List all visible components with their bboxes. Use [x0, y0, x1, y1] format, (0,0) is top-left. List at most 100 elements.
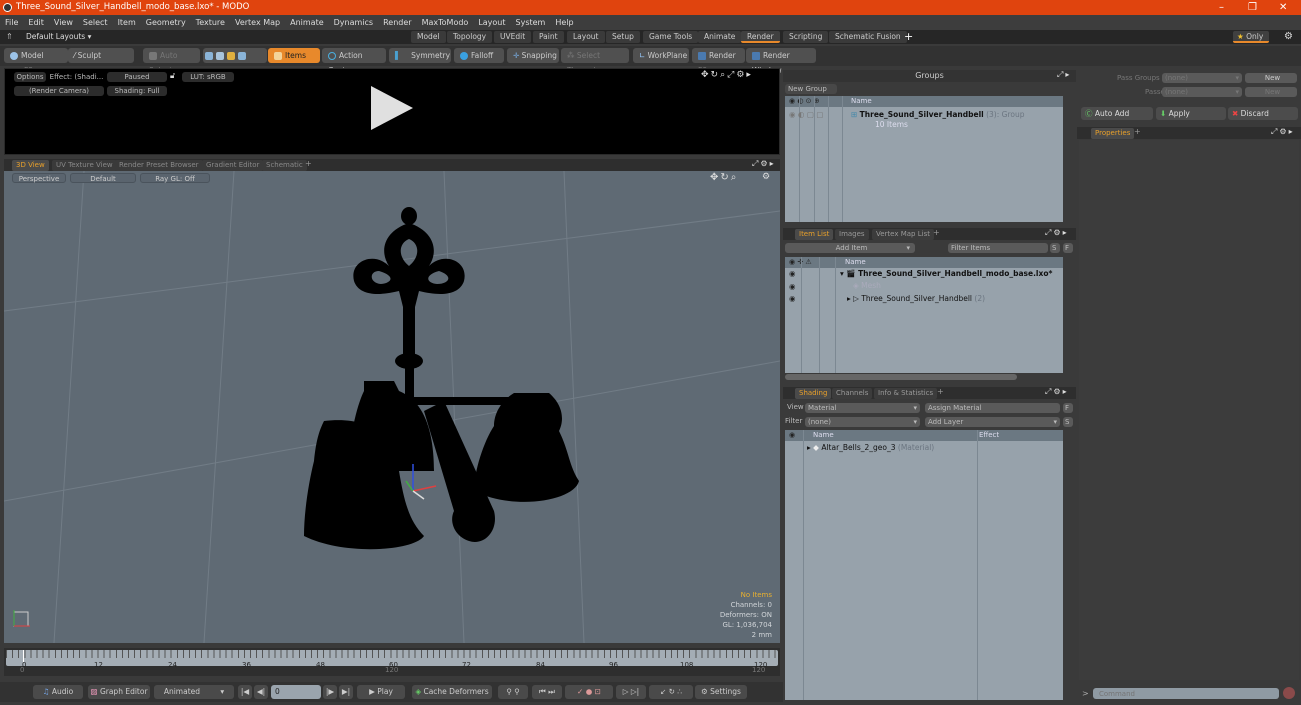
new-pass-button[interactable]: New — [1245, 87, 1297, 97]
render-button[interactable]: Render F9 — [692, 48, 745, 75]
preview-effect-dropdown[interactable]: Effect: (Shadi... — [49, 72, 104, 82]
first-frame-button[interactable]: |◀ — [238, 685, 252, 699]
item-row-scene[interactable]: ▾ 🎬︎ Three_Sound_Silver_Handbell_modo_ba… — [840, 268, 1052, 279]
layout-tab-setup[interactable]: Setup — [606, 31, 640, 43]
timeline[interactable]: 0 12 24 36 48 60 72 84 96 108 120 0 120 … — [4, 648, 780, 676]
tab-render-preset-browser[interactable]: Render Preset Browser — [115, 160, 203, 171]
tab-gradient-editor[interactable]: Gradient Editor — [202, 160, 264, 171]
layout-tab-topology[interactable]: Topology — [447, 31, 493, 43]
only-toggle[interactable]: ★ Only — [1233, 31, 1270, 43]
tab-uv-texture-view[interactable]: UV Texture View — [52, 160, 117, 171]
play-icon[interactable] — [371, 86, 413, 130]
viewport-tab-icons[interactable]: ⤢⚙▸ — [752, 159, 776, 169]
properties-icons[interactable]: ⤢⚙▸ — [1271, 127, 1295, 137]
render-window-button[interactable]: Render Window — [746, 48, 816, 75]
menu-dynamics[interactable]: Dynamics — [329, 15, 378, 30]
pass-groups-dropdown[interactable]: (none) ▾ — [1162, 73, 1242, 83]
preview-nav-icons[interactable]: ✥↻⌕⤢⚙▸ — [701, 70, 753, 80]
layout-tab-paint[interactable]: Paint — [533, 31, 564, 43]
key-step-buttons[interactable]: ▷ ▷| — [616, 685, 646, 699]
auto-add-button[interactable]: Ⓒ Auto Add — [1081, 107, 1153, 120]
settings-button[interactable]: ⚙ Settings — [695, 685, 747, 699]
key-nav-buttons[interactable]: ⏮ ⏭ — [532, 685, 562, 699]
perspective-dropdown[interactable]: Perspective — [12, 173, 66, 183]
tab-item-list[interactable]: Item List — [795, 229, 834, 240]
groups-expand-icon[interactable]: ⤢▸ — [1057, 70, 1071, 80]
layout-tab-animate[interactable]: Animate — [698, 31, 742, 43]
tab-images[interactable]: Images — [835, 229, 869, 240]
add-tab-icon[interactable]: + — [937, 387, 944, 396]
animated-dropdown[interactable]: Animated ▾ — [154, 685, 234, 699]
layout-tab-scripting[interactable]: Scripting — [783, 31, 829, 43]
auto-select-button[interactable]: Auto Select — [143, 48, 200, 75]
item-row-group[interactable]: ▸ ▷ Three_Sound_Silver_Handbell (2) — [847, 293, 985, 304]
apply-button[interactable]: ⬇ Apply — [1156, 107, 1226, 120]
raygl-dropdown[interactable]: Ray GL: Off — [140, 173, 210, 183]
falloff-button[interactable]: Falloff — [454, 48, 504, 63]
play-button[interactable]: ▶ Play — [357, 685, 405, 699]
shading-s-button[interactable]: S — [1063, 417, 1073, 427]
command-record-icon[interactable] — [1283, 687, 1295, 699]
default-layouts-dropdown[interactable]: Default Layouts ▾ — [26, 30, 91, 44]
filter-s-button[interactable]: S — [1050, 243, 1060, 253]
menu-maxtomodo[interactable]: MaxToModo — [417, 15, 474, 30]
discard-button[interactable]: ✖ Discard — [1228, 107, 1298, 120]
layout-tab-uvedit[interactable]: UVEdit — [494, 31, 532, 43]
menu-texture[interactable]: Texture — [191, 15, 230, 30]
item-list-icons[interactable]: ⤢⚙▸ — [1045, 228, 1069, 238]
model-mode-button[interactable]: Model F2 — [4, 48, 68, 75]
add-item-dropdown[interactable]: Add Item ▾ — [785, 243, 915, 253]
default-style-dropdown[interactable]: Default — [70, 173, 136, 183]
preview-shading-dropdown[interactable]: Shading: Full — [107, 86, 167, 96]
last-frame-button[interactable]: ▶| — [339, 685, 353, 699]
menu-edit[interactable]: Edit — [23, 15, 49, 30]
timeline-ruler[interactable]: 0 12 24 36 48 60 72 84 96 108 120 — [6, 650, 778, 669]
menu-vertex-map[interactable]: Vertex Map — [230, 15, 285, 30]
item-list-scrollbar[interactable] — [785, 374, 1017, 380]
key-tool-buttons[interactable]: ↙ ↻ ∴ — [649, 685, 693, 699]
menu-render[interactable]: Render — [378, 15, 416, 30]
menu-animate[interactable]: Animate — [285, 15, 329, 30]
menu-system[interactable]: System — [511, 15, 551, 30]
preview-options-button[interactable]: Options — [14, 72, 46, 82]
add-tab-icon[interactable]: + — [933, 228, 940, 237]
tab-channels[interactable]: Channels — [832, 388, 873, 399]
layout-tab-render[interactable]: Render — [741, 31, 780, 43]
menu-geometry[interactable]: Geometry — [141, 15, 191, 30]
key-buttons[interactable]: ✓ ● ⊡ — [565, 685, 613, 699]
materials-mode-icon[interactable] — [238, 52, 246, 60]
preview-camera-dropdown[interactable]: (Render Camera) — [14, 86, 104, 96]
edges-mode-icon[interactable] — [216, 52, 224, 60]
add-tab-icon[interactable]: + — [305, 159, 312, 168]
menu-item[interactable]: Item — [113, 15, 141, 30]
items-mode-button[interactable]: Items — [268, 48, 320, 63]
action-center-button[interactable]: Action Center — [322, 48, 386, 75]
audio-button[interactable]: ♫ Audio — [33, 685, 83, 699]
layout-tab-model[interactable]: Model — [411, 31, 446, 43]
tab-info-statistics[interactable]: Info & Statistics — [874, 388, 938, 399]
graph-editor-button[interactable]: ▨ Graph Editor — [88, 685, 150, 699]
layout-tab-schematic-fusion[interactable]: Schematic Fusion — [829, 31, 907, 43]
vertices-mode-icon[interactable] — [205, 52, 213, 60]
sculpt-mode-button[interactable]: ⁄ Sculpt — [68, 48, 134, 63]
3d-viewport[interactable]: Perspective Default Ray GL: Off ✥↻⌕ ⚙ No… — [4, 171, 780, 643]
prev-frame-button[interactable]: ◀| — [254, 685, 268, 699]
command-input[interactable] — [1093, 688, 1279, 699]
select-through-button[interactable]: ⁂ Select Through — [561, 48, 629, 75]
shading-icons[interactable]: ⤢⚙▸ — [1045, 387, 1069, 397]
preview-lut-dropdown[interactable]: LUT: sRGB — [182, 72, 234, 82]
new-group-button[interactable]: New Group — [785, 84, 837, 94]
tab-vertex-map-list[interactable]: Vertex Map List — [872, 229, 934, 240]
menu-file[interactable]: File — [0, 15, 23, 30]
item-visibility-column[interactable]: ◉ ◉ ◉ — [789, 268, 796, 306]
shading-f-button[interactable]: F — [1063, 403, 1073, 413]
tab-schematic[interactable]: Schematic — [262, 160, 307, 171]
add-layer-dropdown[interactable]: Add Layer ▾ — [925, 417, 1060, 427]
lock-icon[interactable]: 🔓︎ — [170, 71, 175, 81]
passes-dropdown[interactable]: (none) ▾ — [1162, 87, 1242, 97]
cache-deformers-button[interactable]: ◈ Cache Deformers — [412, 685, 492, 699]
tab-shading[interactable]: Shading — [795, 388, 832, 399]
frame-input[interactable]: 0 — [271, 685, 321, 699]
tab-properties[interactable]: Properties — [1091, 128, 1135, 139]
symmetry-button[interactable]: ▌ Symmetry — [389, 48, 451, 63]
